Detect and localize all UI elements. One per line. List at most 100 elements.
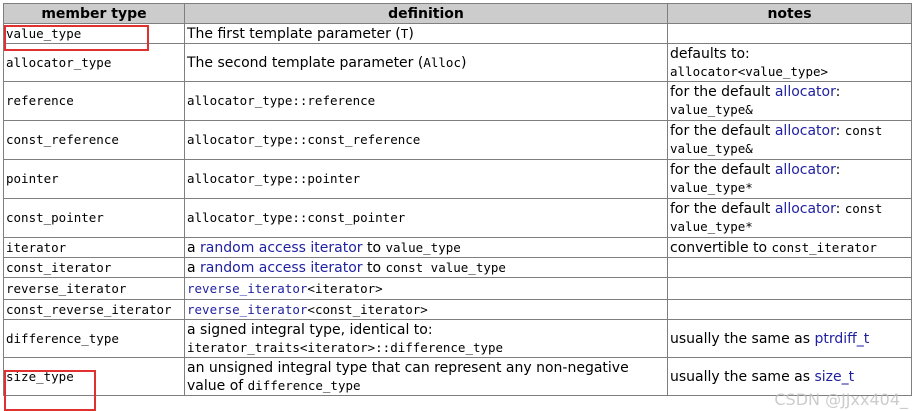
header-notes: notes [667,3,912,24]
definition-cell: reverse_iterator<const_iterator> [184,299,668,320]
reference-link[interactable]: allocator [775,201,836,217]
text: usually the same as [670,368,815,385]
notes-cell: for the default allocator: const value_ty… [667,198,912,238]
definition-cell: a random access iterator to value_type [184,237,668,258]
notes-cell: usually the same as ptrdiff_t [667,319,912,358]
table-row: value_type The first template parameter (… [3,23,912,44]
notes-cell: defaults to: allocator<value_type> [667,43,912,82]
definition-cell: The second template parameter (Alloc) [184,43,668,82]
code-text: iterator_traits<iterator>::difference_ty… [187,339,504,355]
text: : [835,84,841,100]
member-type-cell: const_pointer [3,198,185,238]
definition-cell: allocator_type::const_pointer [184,198,668,238]
notes-cell [667,257,912,278]
table-row: const_reference allocator_type::const_ref… [3,120,912,160]
member-type-cell: difference_type [3,319,185,358]
text: ) [408,25,414,42]
text: convertible to [670,239,772,256]
reference-link[interactable]: size_t [814,369,854,385]
member-type-cell: const_iterator [3,257,185,278]
code-text: value_type [385,239,461,255]
header-definition: definition [184,3,668,24]
text: : [835,201,845,217]
definition-cell: a signed integral type, identical to: ite… [184,319,668,358]
member-type-cell: value_type [3,23,185,44]
reference-link[interactable]: allocator [775,123,836,139]
text: ) [460,54,467,71]
code-text: allocator_type::const_pointer [187,210,406,225]
text: for the default [670,162,775,178]
code-text: <iterator> [307,280,383,296]
definition-cell: The first template parameter (T) [184,23,668,44]
definition-cell: allocator_type::pointer [184,159,668,199]
definition-cell: allocator_type::const_reference [184,120,668,160]
text: for the default [670,123,775,139]
table-row: const_pointer allocator_type::const_point… [3,198,912,238]
code-text: value_type& [670,102,753,117]
reference-link[interactable]: allocator [775,162,836,178]
reference-link[interactable]: reverse_iterator [187,302,307,317]
text: for the default [670,84,775,100]
code-text: const value_type [385,259,506,275]
member-type-cell: const_reference [3,120,185,160]
text: defaults to: [670,45,750,62]
text: value of [187,377,248,394]
member-type-cell: reverse_iterator [3,277,185,300]
text: for the default [670,201,775,217]
member-type-cell: pointer [3,159,185,199]
table-row: allocator_type The second template parame… [3,43,912,82]
code-text: allocator_type::const_reference [187,132,421,147]
table-row: const_iterator a random access iterator t… [3,257,912,278]
header-member-type: member type [3,3,185,24]
member-type-cell: const_reverse_iterator [3,299,185,320]
notes-cell: convertible to const_iterator [667,237,912,258]
text: usually the same as [670,330,815,347]
reference-link[interactable]: random access iterator [200,240,363,256]
text: The first template parameter ( [187,25,401,42]
text: to [362,239,386,256]
text: The second template parameter ( [187,54,424,71]
code-text: const [844,123,883,138]
code-text: value_type& [670,141,753,156]
watermark: CSDN @JJxx404_ [774,390,908,409]
notes-cell [667,277,912,300]
code-text: allocator_type::pointer [187,171,361,186]
header-row: member type definition notes [3,3,912,24]
code-text: value_type* [670,219,753,234]
text: to [362,259,386,276]
text: a [187,239,201,256]
member-types-table: member type definition notes value_type T… [3,3,912,396]
reference-link[interactable]: ptrdiff_t [814,331,869,347]
reference-link[interactable]: reverse_iterator [187,281,307,296]
code-text: allocator_type::reference [187,93,376,108]
definition-cell: a random access iterator to const value_… [184,257,668,278]
member-type-cell: reference [3,81,185,121]
code-text: const [844,201,883,216]
table-row: reverse_iterator reverse_iterator<iterato… [3,277,912,300]
reference-link[interactable]: allocator [775,84,836,100]
code-text: value_type* [670,180,753,195]
text: an unsigned integral type that can repre… [187,359,629,376]
text: : [835,162,841,178]
text: a signed integral type, identical to: [187,321,433,338]
text: a [187,259,201,276]
reference-link[interactable]: random access iterator [200,260,363,276]
definition-cell: an unsigned integral type that can repre… [184,357,668,396]
code-text: difference_type [247,377,361,393]
member-type-cell: iterator [3,237,185,258]
notes-cell: for the default allocator: const value_ty… [667,120,912,160]
code-text: const_iterator [771,239,877,255]
table-row: reference allocator_type::reference for th… [3,81,912,121]
table-row: const_reverse_iterator reverse_iterator<c… [3,299,912,320]
notes-cell [667,23,912,44]
table-row: iterator a random access iterator to valu… [3,237,912,258]
member-type-cell: size_type [3,357,185,396]
notes-cell: for the default allocator: value_type* [667,159,912,199]
member-type-cell: allocator_type [3,43,185,82]
code-text: <const_iterator> [307,301,428,317]
code-text: Alloc [423,54,461,70]
definition-cell: reverse_iterator<iterator> [184,277,668,300]
code-text: allocator<value_type> [670,63,829,79]
notes-cell [667,299,912,320]
text: : [835,123,845,139]
